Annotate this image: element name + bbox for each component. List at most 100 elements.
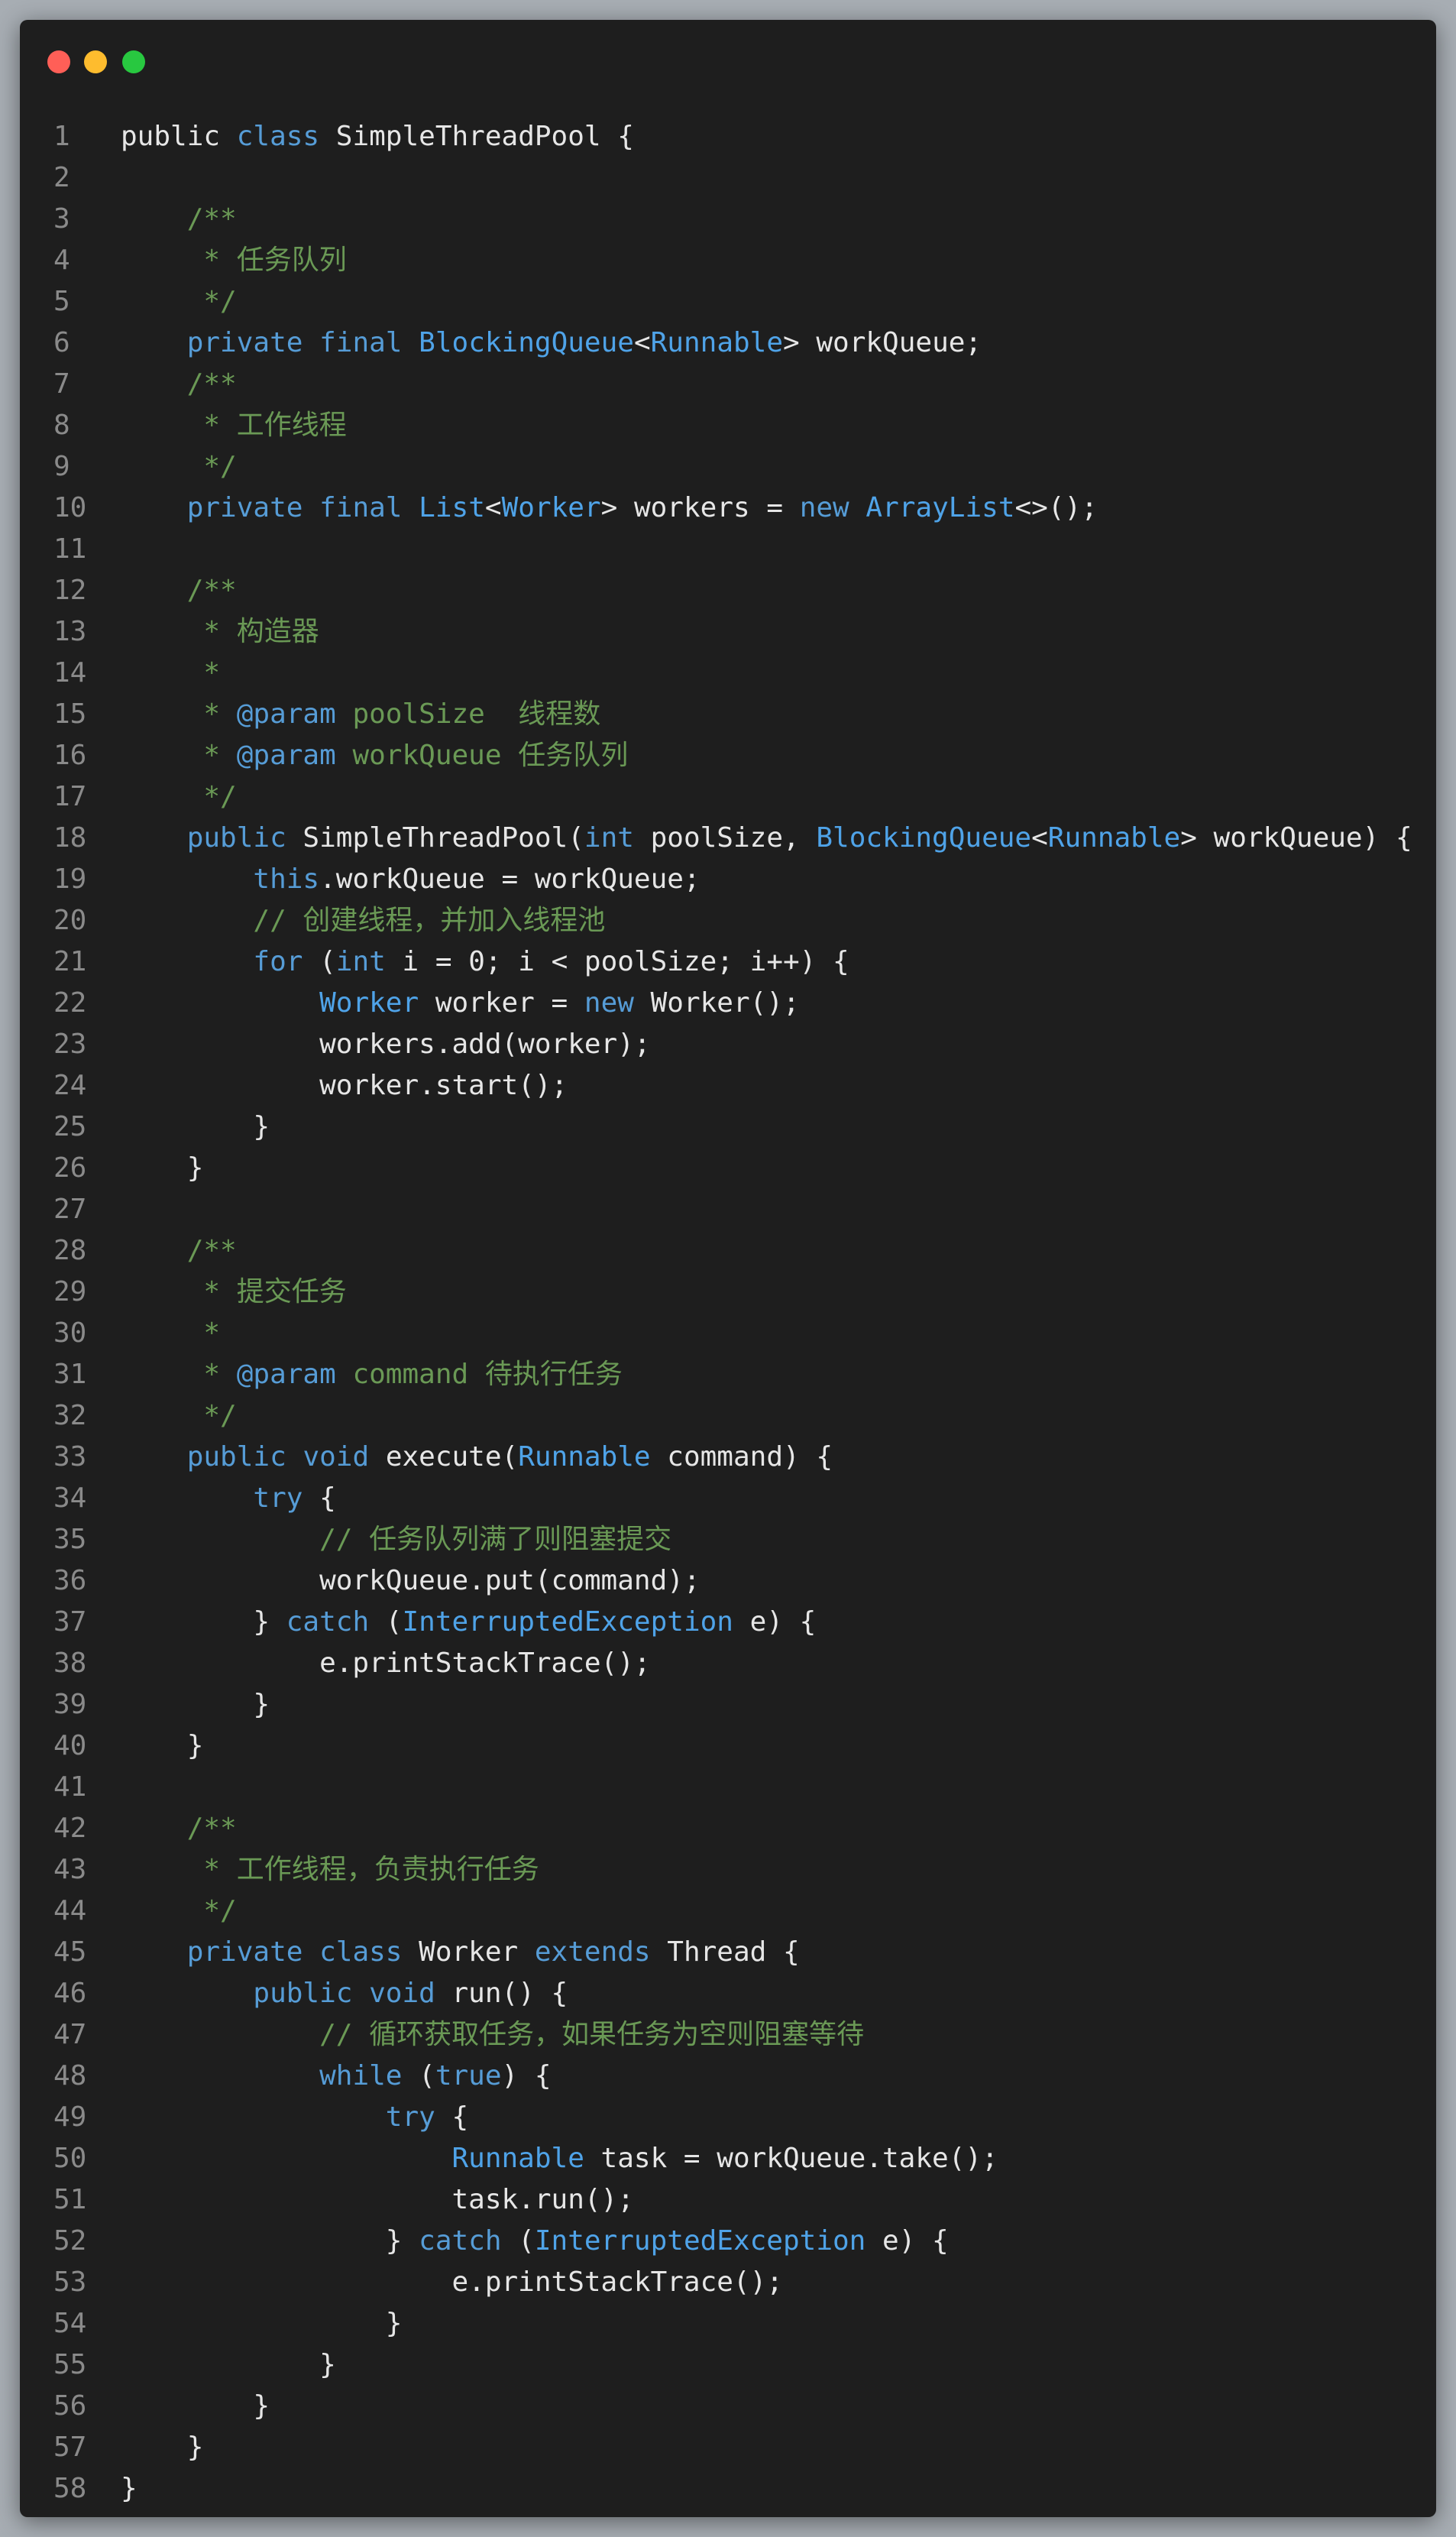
code-token: @param: [236, 698, 336, 730]
line-number: 20: [53, 905, 87, 936]
window-titlebar: [20, 20, 1436, 81]
code-line: 53 e.printStackTrace();: [20, 2262, 1436, 2303]
line-number: 9: [53, 451, 70, 482]
code-token: (: [402, 2060, 435, 2091]
code-line: 22 Worker worker = new Worker();: [20, 983, 1436, 1024]
line-number: 32: [53, 1400, 87, 1431]
line-text: while (true) {: [112, 2056, 551, 2097]
code-token: command 待执行任务: [335, 1359, 623, 1390]
code-token: Thread {: [650, 1936, 800, 1968]
line-number: 12: [53, 575, 87, 606]
code-token: BlockingQueue: [419, 327, 634, 358]
code-token: /**: [186, 368, 237, 400]
code-line: 36 workQueue.put(command);: [20, 1560, 1436, 1602]
code-line: 43 * 工作线程，负责执行任务: [20, 1849, 1436, 1891]
line-number: 36: [53, 1565, 87, 1596]
code-token: @param: [236, 1359, 336, 1390]
code-token: }: [121, 1111, 270, 1142]
code-token: */: [203, 1895, 237, 1926]
code-token: poolSize 线程数: [335, 698, 601, 730]
line-number: 54: [53, 2308, 87, 2339]
code-line: 21 for (int i = 0; i < poolSize; i++) {: [20, 941, 1436, 983]
line-text: /**: [112, 570, 237, 611]
code-line: 33 public void execute(Runnable command)…: [20, 1437, 1436, 1478]
code-line: 47 // 循环获取任务，如果任务为空则阻塞等待: [20, 2014, 1436, 2056]
code-token: * 任务队列: [203, 245, 347, 276]
line-text: public void execute(Runnable command) {: [112, 1437, 833, 1478]
code-line: 45 private class Worker extends Thread {: [20, 1932, 1436, 1973]
line-number: 17: [53, 781, 87, 812]
code-token: try: [253, 1482, 303, 1514]
line-text: */: [112, 446, 236, 488]
code-token: run() {: [435, 1978, 568, 2009]
line-text: }: [112, 2386, 270, 2427]
code-token: }: [121, 2390, 270, 2422]
code-line: 51 task.run();: [20, 2179, 1436, 2221]
line-number: 53: [53, 2266, 87, 2298]
line-text: private final List<Worker> workers = new…: [112, 488, 1098, 529]
code-line: 34 try {: [20, 1478, 1436, 1519]
line-text: public SimpleThreadPool(int poolSize, Bl…: [112, 818, 1412, 859]
code-token: // 循环获取任务，如果任务为空则阻塞等待: [319, 2019, 865, 2050]
code-line: 27: [20, 1189, 1436, 1230]
code-line: 14 *: [20, 653, 1436, 694]
line-text: *: [112, 653, 220, 694]
code-token: <: [633, 327, 651, 358]
code-token: worker.start();: [121, 1070, 568, 1101]
line-number: 18: [53, 822, 87, 854]
line-number: 16: [53, 740, 87, 771]
code-token: (: [501, 2225, 535, 2257]
code-line: 5 */: [20, 281, 1436, 322]
code-token: e) {: [866, 2225, 949, 2257]
line-number: 34: [53, 1482, 87, 1514]
code-token: this: [253, 863, 320, 895]
code-token: int: [335, 946, 386, 977]
line-text: * @param poolSize 线程数: [112, 694, 600, 735]
code-token: command) {: [650, 1441, 833, 1473]
code-token: * 提交任务: [203, 1276, 347, 1307]
code-line: 41: [20, 1767, 1436, 1808]
line-text: worker.start();: [112, 1065, 568, 1106]
code-token: */: [203, 286, 237, 317]
maximize-icon[interactable]: [122, 50, 145, 73]
line-number: 58: [53, 2473, 87, 2504]
code-token: @param: [236, 740, 336, 771]
code-token: task = workQueue.take();: [584, 2143, 998, 2174]
code-token: }: [121, 1152, 204, 1184]
line-text: * 工作线程: [112, 405, 346, 446]
line-number: 43: [53, 1854, 87, 1885]
line-text: /**: [112, 364, 237, 405]
code-token: }: [121, 1689, 270, 1720]
line-text: public class SimpleThreadPool {: [112, 116, 634, 157]
minimize-icon[interactable]: [84, 50, 107, 73]
line-number: 46: [53, 1978, 87, 2009]
close-icon[interactable]: [47, 50, 70, 73]
code-token: * 构造器: [203, 616, 319, 647]
line-text: e.printStackTrace();: [112, 1643, 650, 1684]
code-token: }: [121, 1730, 204, 1761]
line-number: 45: [53, 1936, 87, 1968]
code-token: private: [186, 327, 303, 358]
code-line: 39 }: [20, 1684, 1436, 1725]
code-line: 40 }: [20, 1725, 1436, 1767]
line-number: 15: [53, 698, 87, 730]
code-token: }: [121, 1606, 286, 1638]
code-token: }: [121, 2349, 336, 2380]
line-number: 55: [53, 2349, 87, 2380]
